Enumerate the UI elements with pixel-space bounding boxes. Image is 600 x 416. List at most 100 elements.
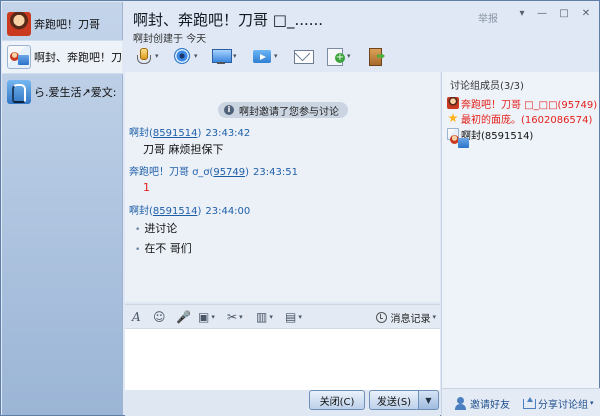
message-time: 23:43:51: [253, 167, 298, 178]
message-text: 刀哥 麻烦担保下: [143, 143, 224, 156]
message-input[interactable]: [125, 328, 440, 390]
action-bar: 关闭(C) 发送(S) ▼: [125, 390, 440, 416]
chevron-down-icon: ▾: [211, 313, 215, 321]
camera-icon: [172, 46, 192, 66]
chevron-down-icon: ▾: [347, 52, 351, 60]
members-panel: 讨论组成员(3/3) 奔跑吧！刀哥 □_□□(95749) 最初的面庞。(160…: [441, 72, 600, 416]
members-title: 讨论组成员(3/3): [450, 81, 524, 92]
note-button[interactable]: ▾: [325, 45, 351, 67]
share-icon: [522, 396, 536, 410]
member-name: 奔跑吧！刀哥 □_□□(95749): [461, 99, 598, 111]
invite-friends-button[interactable]: 邀请好友: [454, 395, 510, 411]
sender-id-link[interactable]: 8591514: [153, 206, 198, 217]
screen-share-icon: [211, 46, 232, 66]
screenshot-button[interactable]: ✂ ▾: [227, 309, 243, 325]
mail-icon: [293, 46, 314, 66]
sender-name-close: ): [197, 128, 202, 139]
main-toolbar: ▾ ▾ ▾ ▾ ▾: [125, 41, 599, 71]
members-footer: 邀请好友 分享讨论组 ▾: [442, 388, 600, 416]
chevron-down-icon: ▾: [269, 313, 273, 321]
chevron-down-icon: ▾: [155, 52, 159, 60]
message-text: 1: [143, 181, 150, 194]
share-discussion-button[interactable]: 分享讨论组 ▾: [522, 395, 594, 411]
member-name: 最初的面庞。(1602086574): [461, 114, 593, 126]
member-item[interactable]: 最初的面庞。(1602086574): [447, 111, 593, 126]
chevron-down-icon: ▾: [239, 313, 243, 321]
conversation-list: 奔跑吧！刀哥 啊封、奔跑吧！刀 ら.爱生活↗爱文:: [2, 2, 123, 415]
member-item[interactable]: 啊封(8591514): [447, 127, 534, 148]
conversation-item-2[interactable]: 啊封、奔跑吧！刀: [2, 40, 123, 74]
mail-button[interactable]: [293, 45, 314, 67]
minimize-button[interactable]: —: [535, 8, 549, 20]
sender-name: 啊封(: [129, 206, 153, 217]
group-avatar-icon: [447, 128, 469, 148]
chevron-down-icon: ▾: [590, 399, 594, 407]
scissors-icon: ✂: [227, 310, 238, 324]
chevron-down-icon: ▾: [194, 52, 198, 60]
voice-call-button[interactable]: ▾: [133, 45, 159, 67]
message-line: 在不 哥们: [135, 240, 192, 256]
message-history-button[interactable]: 消息记录 ▾: [376, 309, 436, 325]
member-item[interactable]: 奔跑吧！刀哥 □_□□(95749): [447, 96, 598, 111]
emoji-icon[interactable]: ☺: [153, 309, 166, 325]
invite-label: 邀请好友: [470, 399, 510, 411]
conversation-label: 奔跑吧！刀哥: [34, 18, 100, 31]
message-header: 啊封(8591514) 23:43:42: [129, 124, 250, 139]
font-icon[interactable]: A: [132, 309, 141, 325]
report-link[interactable]: 举报: [478, 10, 498, 25]
file-transfer-button[interactable]: ▾: [252, 45, 278, 67]
fire-avatar-icon: [7, 12, 31, 36]
sender-id-link[interactable]: 8591514: [153, 128, 198, 139]
more-icon: ▤: [285, 310, 297, 324]
window-title: 啊封、奔跑吧！刀哥 □_......: [133, 11, 324, 29]
send-options-dropdown[interactable]: ▼: [419, 390, 439, 410]
message-time: 23:44:00: [205, 206, 251, 217]
message-area: i 啊封邀请了您参与讨论 啊封(8591514) 23:43:42 刀哥 麻烦担保…: [125, 72, 440, 302]
history-label: 消息记录: [390, 313, 431, 325]
exit-discussion-button[interactable]: [366, 45, 386, 67]
message-header: 啊封(8591514) 23:44:00: [129, 202, 250, 217]
close-button[interactable]: ✕: [579, 8, 593, 20]
image-button[interactable]: ▣ ▾: [198, 309, 215, 325]
sender-name: 奔跑吧！刀哥 ơ_ơ(: [129, 167, 214, 178]
chat-window: 奔跑吧！刀哥 啊封、奔跑吧！刀 ら.爱生活↗爱文: 啊封、奔跑吧！刀哥 □_..…: [0, 0, 600, 416]
member-name: 啊封(8591514): [461, 130, 534, 142]
share-label: 分享讨论组: [538, 399, 588, 411]
maximize-button[interactable]: □: [557, 8, 571, 20]
conversation-item-1[interactable]: 奔跑吧！刀哥: [2, 7, 123, 41]
more-button[interactable]: ▤ ▾: [285, 309, 302, 325]
exit-icon: [366, 46, 386, 66]
conversation-item-3[interactable]: ら.爱生活↗爱文:: [2, 75, 123, 109]
chevron-down-icon: ▾: [432, 313, 436, 321]
sender-name-close: ): [245, 167, 250, 178]
clock-icon: [376, 311, 388, 323]
sender-id-link[interactable]: 95749: [213, 167, 245, 178]
star-icon: [447, 112, 459, 124]
send-button[interactable]: 发送(S): [369, 390, 419, 410]
conversation-label: 啊封、奔跑吧！刀: [34, 51, 122, 64]
chevron-down-icon: ▾: [233, 52, 237, 60]
sender-name: 啊封(: [129, 128, 153, 139]
sender-name-close: ): [197, 206, 202, 217]
chart-button[interactable]: ▥ ▾: [256, 309, 273, 325]
notice-text: 啊封邀请了您参与讨论: [239, 106, 339, 118]
contact-avatar-icon: [7, 80, 31, 104]
message-header: 奔跑吧！刀哥 ơ_ơ(95749) 23:43:51: [129, 163, 298, 178]
file-transfer-icon: [252, 46, 272, 66]
fire-avatar-icon: [447, 97, 459, 109]
voice-message-icon[interactable]: 🎤: [176, 309, 191, 325]
note-icon: [325, 46, 345, 66]
video-call-button[interactable]: ▾: [172, 45, 198, 67]
group-avatar-icon: [7, 45, 31, 69]
image-icon: ▣: [198, 310, 210, 324]
chevron-down-icon: ▾: [298, 313, 302, 321]
info-icon: i: [224, 105, 234, 115]
system-notice: i 啊封邀请了您参与讨论: [218, 102, 348, 118]
close-chat-button[interactable]: 关闭(C): [309, 390, 365, 410]
menu-dropdown-icon[interactable]: ▾: [515, 8, 529, 20]
message-line: 进讨论: [135, 220, 177, 236]
screen-share-button[interactable]: ▾: [211, 45, 237, 67]
mic-icon: [133, 46, 153, 66]
conversation-label: ら.爱生活↗爱文:: [34, 86, 117, 99]
message-time: 23:43:42: [205, 128, 251, 139]
